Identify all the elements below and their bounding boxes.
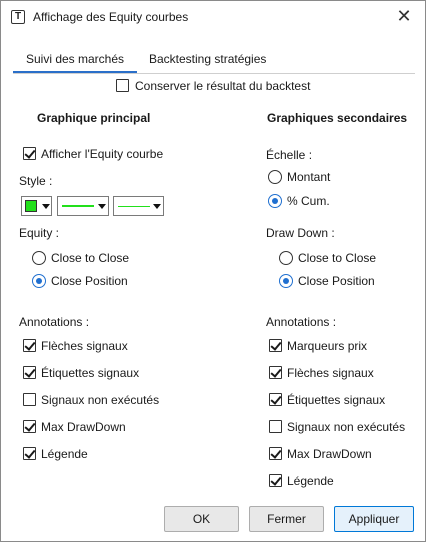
- color-swatch: [25, 200, 37, 212]
- main-legende-checkbox[interactable]: [23, 447, 36, 460]
- main-etiquettes-signaux-checkbox[interactable]: [23, 366, 36, 379]
- tab-suivi-marches[interactable]: Suivi des marchés: [13, 45, 137, 73]
- chevron-down-icon: [153, 204, 161, 209]
- sec-signaux-non-executes-label: Signaux non exécutés: [287, 420, 406, 434]
- drawdown-close-to-close-label: Close to Close: [298, 251, 377, 265]
- scale-pct-cum-radio[interactable]: [268, 194, 282, 208]
- apply-button[interactable]: Appliquer: [334, 506, 414, 532]
- drawdown-close-position-radio[interactable]: [279, 274, 293, 288]
- color-picker-combo[interactable]: [21, 196, 52, 216]
- sec-legende-checkbox[interactable]: [269, 474, 282, 487]
- line-width-combo[interactable]: [57, 196, 109, 216]
- keep-backtest-checkbox[interactable]: [116, 79, 129, 92]
- chevron-down-icon: [42, 204, 50, 209]
- app-icon: T: [11, 10, 25, 24]
- drawdown-label: Draw Down :: [266, 226, 335, 240]
- close-icon[interactable]: ✕: [389, 5, 419, 29]
- main-etiquettes-signaux-label: Étiquettes signaux: [41, 366, 140, 380]
- sec-max-drawdown-checkbox[interactable]: [269, 447, 282, 460]
- sec-etiquettes-signaux-label: Étiquettes signaux: [287, 393, 386, 407]
- scale-montant-radio[interactable]: [268, 170, 282, 184]
- chevron-down-icon: [98, 204, 106, 209]
- drawdown-close-to-close-radio[interactable]: [279, 251, 293, 265]
- equity-close-position-label: Close Position: [51, 274, 128, 288]
- style-label: Style :: [19, 174, 53, 188]
- keep-backtest-label: Conserver le résultat du backtest: [135, 79, 311, 93]
- title-bar: T Affichage des Equity courbes ✕: [1, 1, 425, 33]
- window-title: Affichage des Equity courbes: [33, 10, 189, 24]
- main-chart-heading: Graphique principal: [37, 111, 151, 125]
- sec-etiquettes-signaux-checkbox[interactable]: [269, 393, 282, 406]
- show-equity-checkbox[interactable]: [23, 147, 36, 160]
- scale-montant-label: Montant: [287, 170, 331, 184]
- main-max-drawdown-label: Max DrawDown: [41, 420, 126, 434]
- tab-divider: [13, 73, 415, 74]
- sec-legende-label: Légende: [287, 474, 334, 488]
- scale-label: Échelle :: [266, 148, 313, 162]
- main-fleches-signaux-label: Flèches signaux: [41, 339, 128, 353]
- show-equity-label: Afficher l'Equity courbe: [41, 147, 164, 161]
- sec-fleches-signaux-checkbox[interactable]: [269, 366, 282, 379]
- equity-label: Equity :: [19, 226, 60, 240]
- equity-close-to-close-label: Close to Close: [51, 251, 130, 265]
- equity-close-to-close-radio[interactable]: [32, 251, 46, 265]
- tab-backtesting[interactable]: Backtesting stratégies: [149, 45, 266, 73]
- main-max-drawdown-checkbox[interactable]: [23, 420, 36, 433]
- secondary-charts-heading: Graphiques secondaires: [267, 111, 408, 125]
- main-fleches-signaux-checkbox[interactable]: [23, 339, 36, 352]
- line-style-sample: [118, 206, 150, 207]
- sec-marqueurs-prix-label: Marqueurs prix: [287, 339, 368, 353]
- sec-max-drawdown-label: Max DrawDown: [287, 447, 372, 461]
- dialog-window: T Affichage des Equity courbes ✕ Suivi d…: [0, 0, 426, 542]
- main-signaux-non-executes-checkbox[interactable]: [23, 393, 36, 406]
- scale-pct-cum-label: % Cum.: [287, 194, 330, 208]
- ok-button[interactable]: OK: [164, 506, 239, 532]
- main-legende-label: Légende: [41, 447, 88, 461]
- sec-marqueurs-prix-checkbox[interactable]: [269, 339, 282, 352]
- line-width-sample: [62, 205, 94, 207]
- line-style-combo[interactable]: [113, 196, 164, 216]
- main-annotations-label: Annotations :: [19, 315, 90, 329]
- sec-fleches-signaux-label: Flèches signaux: [287, 366, 374, 380]
- drawdown-close-position-label: Close Position: [298, 274, 375, 288]
- equity-close-position-radio[interactable]: [32, 274, 46, 288]
- sec-signaux-non-executes-checkbox[interactable]: [269, 420, 282, 433]
- close-button[interactable]: Fermer: [249, 506, 324, 532]
- main-signaux-non-executes-label: Signaux non exécutés: [41, 393, 160, 407]
- secondary-annotations-label: Annotations :: [266, 315, 337, 329]
